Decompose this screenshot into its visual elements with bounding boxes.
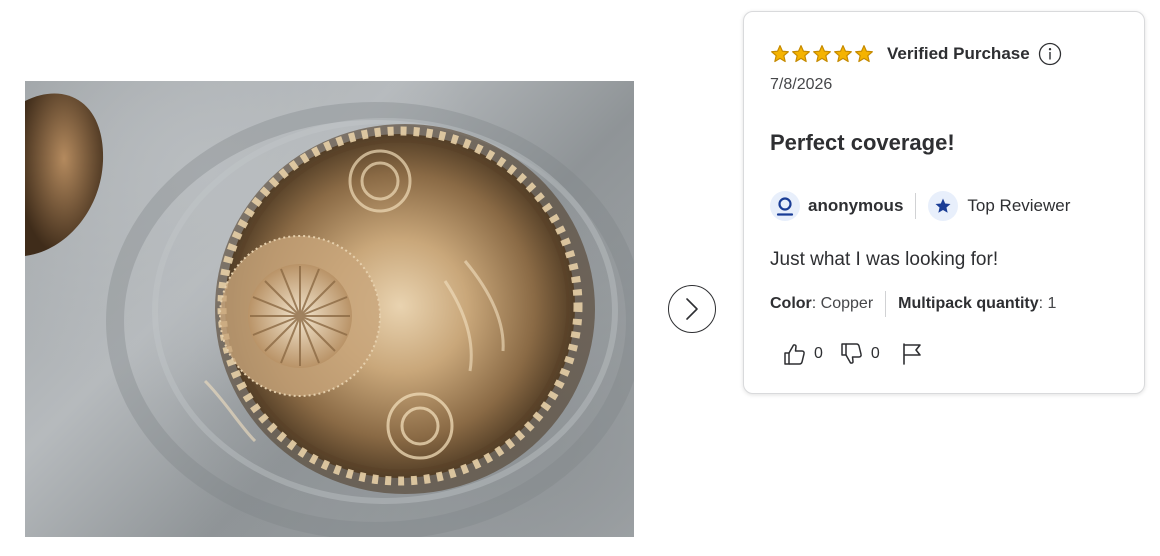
attribute-multipack-quantity: Multipack quantity: 1: [898, 295, 1057, 312]
report-button[interactable]: [900, 341, 924, 367]
divider: [885, 291, 887, 317]
review-card: Verified Purchase 7/8/2026 Perfect cover…: [743, 11, 1145, 394]
user-icon: [776, 197, 794, 216]
divider: [915, 193, 917, 219]
avatar: [770, 191, 800, 221]
review-date: 7/8/2026: [770, 76, 833, 93]
rating-row: Verified Purchase: [770, 42, 1062, 66]
review-body: Just what I was looking for!: [770, 249, 999, 270]
helpful-count: 0: [814, 345, 823, 362]
top-reviewer-badge: [928, 191, 959, 221]
feedback-actions: 0 0: [782, 341, 924, 367]
star-filled-icon: [771, 45, 789, 63]
star-badge-icon: [935, 198, 951, 213]
verified-purchase-label: Verified Purchase: [887, 44, 1030, 63]
helpful-button[interactable]: 0: [782, 341, 823, 367]
unhelpful-count: 0: [870, 345, 880, 362]
author-name: anonymous: [808, 196, 904, 215]
thumbs-up-icon: [784, 344, 805, 365]
review-title: Perfect coverage!: [770, 130, 955, 155]
attribute-color: Color: Copper: [770, 295, 874, 312]
top-reviewer-label: Top Reviewer: [967, 196, 1071, 215]
star-rating: [770, 44, 874, 64]
star-filled-icon: [792, 45, 810, 63]
star-filled-icon: [855, 45, 873, 63]
thumbs-down-icon: [841, 343, 862, 364]
chevron-right-icon: [686, 298, 698, 320]
next-review-button[interactable]: [668, 285, 716, 333]
star-filled-icon: [813, 45, 831, 63]
unhelpful-button[interactable]: 0: [839, 341, 880, 367]
info-circle-icon[interactable]: [1038, 42, 1062, 66]
bowl-photo-image: [25, 93, 634, 537]
star-filled-icon: [834, 45, 852, 63]
review-photo[interactable]: [25, 81, 634, 537]
flag-icon: [903, 343, 921, 365]
author-row: anonymous Top Reviewer: [770, 190, 1070, 222]
review-attributes: Color: Copper Multipack quantity: 1: [770, 291, 1056, 317]
